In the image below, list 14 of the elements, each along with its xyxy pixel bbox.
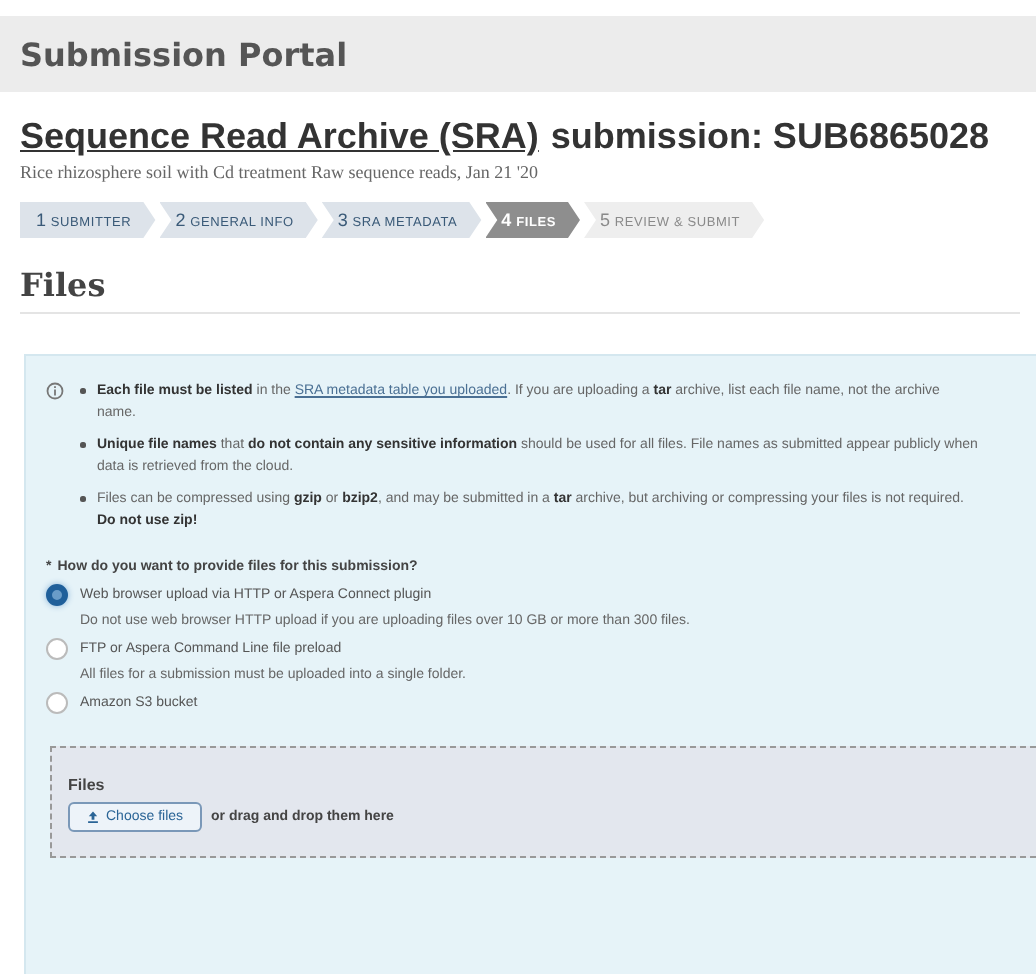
files-label: Files: [68, 776, 107, 794]
sra-link[interactable]: Sequence Read Archive (SRA): [20, 116, 539, 158]
bullet-icon: [80, 388, 85, 393]
radio-button[interactable]: [46, 638, 68, 660]
radio-button[interactable]: [46, 692, 68, 714]
portal-title: Submission Portal: [20, 35, 348, 73]
submission-title: submission: SUB6865028: [550, 116, 990, 158]
submission-subtitle: Rice rhizosphere soil with Cd treatment Raw sequence reads, Jan 21 '20: [20, 162, 541, 182]
bullet-icon: [80, 496, 85, 501]
info-icon: [46, 382, 64, 400]
section-heading: Files: [20, 266, 1020, 314]
upload-icon: [86, 810, 100, 824]
bullet-icon: [80, 442, 85, 447]
radio-button[interactable]: [46, 584, 68, 606]
